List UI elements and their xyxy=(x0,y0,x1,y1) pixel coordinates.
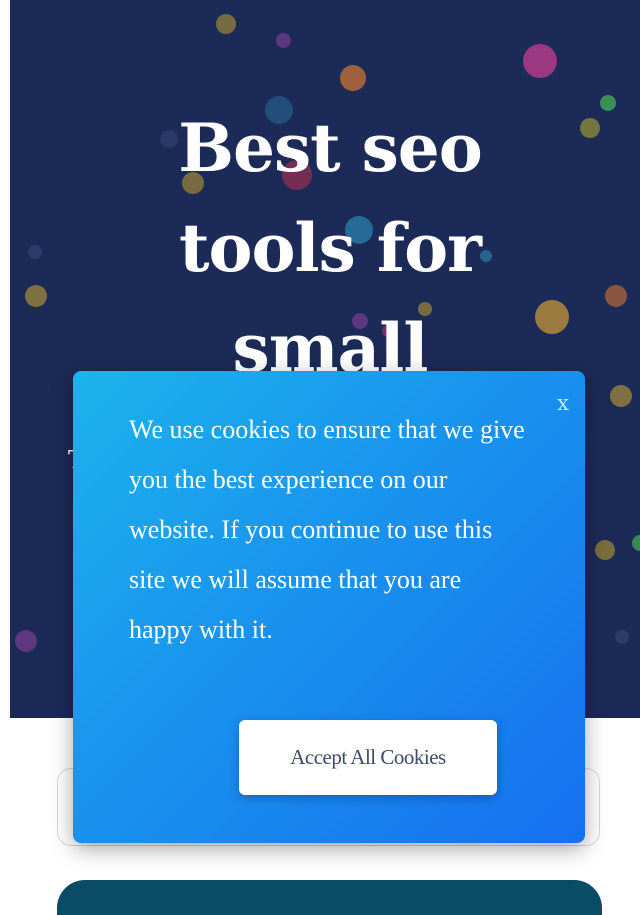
bokeh-dot xyxy=(216,14,236,34)
bokeh-dot xyxy=(25,285,47,307)
accept-all-cookies-button[interactable]: Accept All Cookies xyxy=(239,720,497,795)
left-margin xyxy=(0,0,10,720)
cookie-consent-popup: x We use cookies to ensure that we give … xyxy=(73,371,585,843)
bokeh-dot xyxy=(615,630,629,644)
cookie-message: We use cookies to ensure that we give yo… xyxy=(129,415,525,644)
bokeh-dot xyxy=(15,630,37,652)
bokeh-dot xyxy=(595,540,615,560)
bokeh-dot xyxy=(632,535,640,551)
bokeh-dot xyxy=(276,33,291,48)
bokeh-dot xyxy=(605,285,627,307)
bokeh-dot xyxy=(580,118,600,138)
bokeh-dot xyxy=(610,385,632,407)
bokeh-dot xyxy=(600,95,616,111)
page: T s Best seo tools for small businesses … xyxy=(0,0,640,915)
bokeh-dot xyxy=(340,65,366,91)
submit-button[interactable] xyxy=(57,880,602,915)
bokeh-dot xyxy=(523,44,557,78)
close-icon[interactable]: x xyxy=(557,393,569,414)
bokeh-dot xyxy=(28,245,42,259)
